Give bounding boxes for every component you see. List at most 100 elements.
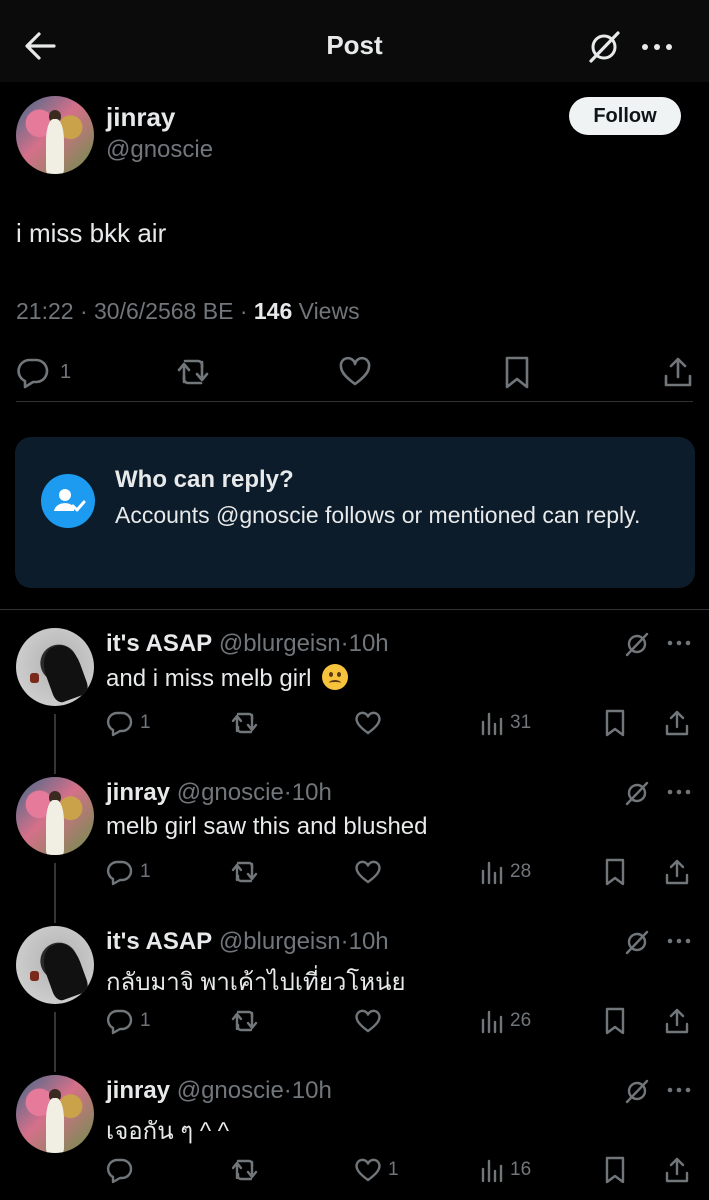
bar-chart-icon [481, 712, 503, 736]
reply-icon [106, 860, 133, 886]
reply-author-name[interactable]: it's ASAP [106, 928, 212, 955]
share-button[interactable] [664, 1004, 690, 1038]
like-button[interactable] [354, 706, 388, 740]
repost-icon [231, 861, 258, 883]
reply-avatar[interactable] [16, 777, 94, 855]
reply-avatar[interactable] [16, 1075, 94, 1153]
repost-icon [231, 712, 258, 734]
share-button[interactable] [662, 352, 694, 392]
more-button[interactable] [664, 1079, 694, 1101]
views-count: 16 [510, 1159, 532, 1180]
reply-author-name[interactable]: it's ASAP [106, 630, 212, 657]
more-button[interactable] [664, 632, 694, 654]
share-button[interactable] [664, 855, 690, 889]
repost-button[interactable] [230, 1153, 260, 1187]
reply-author-name[interactable]: jinray [106, 779, 170, 806]
bookmark-button[interactable] [502, 352, 532, 392]
more-icon [667, 640, 691, 646]
reply-actions: 1 31 [0, 706, 709, 740]
reply-header: it's ASAP @blurgeisn·10h [106, 630, 389, 657]
bar-chart-icon [481, 1159, 503, 1183]
reply-icon [106, 1158, 133, 1184]
like-button[interactable] [338, 352, 372, 392]
views-count: 31 [510, 712, 532, 733]
grok-button[interactable] [623, 779, 651, 807]
author-handle[interactable]: @gnoscie [106, 136, 213, 164]
bookmark-icon [505, 356, 529, 389]
views-count[interactable]: 146 [254, 298, 292, 324]
reply-button[interactable]: 1 [106, 706, 151, 740]
heart-icon [355, 1158, 381, 1182]
grok-button[interactable] [585, 28, 623, 66]
grok-button[interactable] [623, 1077, 651, 1105]
reply-avatar[interactable] [16, 926, 94, 1004]
bar-chart-icon [481, 861, 503, 885]
reply-item[interactable]: jinray @gnoscie·10h เจอกัน ๆ ^ ^ 1 16 [0, 1075, 709, 1200]
reply-author-name[interactable]: jinray [106, 1077, 170, 1104]
reply-button[interactable]: 1 [106, 1004, 151, 1038]
repost-button[interactable] [230, 1004, 260, 1038]
reply-author-handle[interactable]: @blurgeisn [219, 928, 341, 955]
bookmark-button[interactable] [603, 706, 627, 740]
reply-time[interactable]: 10h [292, 1077, 332, 1104]
grok-icon [625, 930, 649, 955]
bookmark-button[interactable] [603, 855, 627, 889]
more-button[interactable] [664, 781, 694, 803]
post-date: 30/6/2568 BE [94, 298, 234, 324]
more-button[interactable] [638, 30, 676, 64]
repost-button[interactable] [230, 706, 260, 740]
grok-icon [625, 632, 649, 657]
like-button[interactable] [354, 1004, 388, 1038]
reply-count: 1 [140, 861, 151, 882]
reply-icon [106, 711, 133, 737]
more-button[interactable] [664, 930, 694, 952]
reply-time[interactable]: 10h [349, 928, 389, 955]
heart-icon [355, 711, 381, 735]
reply-author-handle[interactable]: @gnoscie [177, 779, 284, 806]
follow-button[interactable]: Follow [569, 97, 681, 135]
reply-button[interactable]: 1 [16, 352, 71, 392]
reply-text: and i miss melb girl [106, 664, 349, 693]
grok-button[interactable] [623, 928, 651, 956]
reply-avatar[interactable] [16, 628, 94, 706]
post-text: i miss bkk air [16, 218, 167, 248]
reply-count: 1 [60, 360, 72, 383]
views-button[interactable]: 31 [480, 706, 531, 740]
author-name[interactable]: jinray [106, 102, 175, 133]
heart-icon [355, 1009, 381, 1033]
like-count: 1 [388, 1159, 399, 1180]
bookmark-icon [605, 1156, 625, 1184]
reply-actions: 1 26 [0, 1004, 709, 1038]
reply-time[interactable]: 10h [349, 630, 389, 657]
reply-author-handle[interactable]: @gnoscie [177, 1077, 284, 1104]
grok-button[interactable] [623, 630, 651, 658]
share-button[interactable] [664, 706, 690, 740]
reply-count: 1 [140, 712, 151, 733]
share-icon [665, 1008, 689, 1034]
author-avatar[interactable] [16, 96, 94, 174]
views-button[interactable]: 26 [480, 1004, 531, 1038]
who-can-reply-card: Who can reply? Accounts @gnoscie follows… [15, 437, 695, 588]
heart-icon [355, 860, 381, 884]
reply-button[interactable]: 1 [106, 855, 151, 889]
bookmark-icon [605, 858, 625, 886]
reply-item[interactable]: it's ASAP @blurgeisn·10h กลับมาจิ พาเค้า… [0, 926, 709, 1076]
repost-button[interactable] [230, 855, 260, 889]
repost-icon [231, 1010, 258, 1032]
like-button[interactable]: 1 [354, 1153, 399, 1187]
like-button[interactable] [354, 855, 388, 889]
repost-button[interactable] [175, 352, 211, 392]
views-button[interactable]: 28 [480, 855, 531, 889]
reply-item[interactable]: it's ASAP @blurgeisn·10h and i miss melb… [0, 628, 709, 778]
reply-button[interactable] [106, 1153, 140, 1187]
post-meta: 21:22 · 30/6/2568 BE · 146 Views [16, 298, 360, 324]
share-button[interactable] [664, 1153, 690, 1187]
views-button[interactable]: 16 [480, 1153, 531, 1187]
share-icon [665, 710, 689, 736]
bookmark-button[interactable] [603, 1004, 627, 1038]
reply-time[interactable]: 10h [292, 779, 332, 806]
reply-author-handle[interactable]: @blurgeisn [219, 630, 341, 657]
bookmark-button[interactable] [603, 1153, 627, 1187]
post-page: Post jinray @gnoscie Follow i miss bkk a… [0, 0, 709, 1200]
reply-item[interactable]: jinray @gnoscie·10h melb girl saw this a… [0, 777, 709, 927]
